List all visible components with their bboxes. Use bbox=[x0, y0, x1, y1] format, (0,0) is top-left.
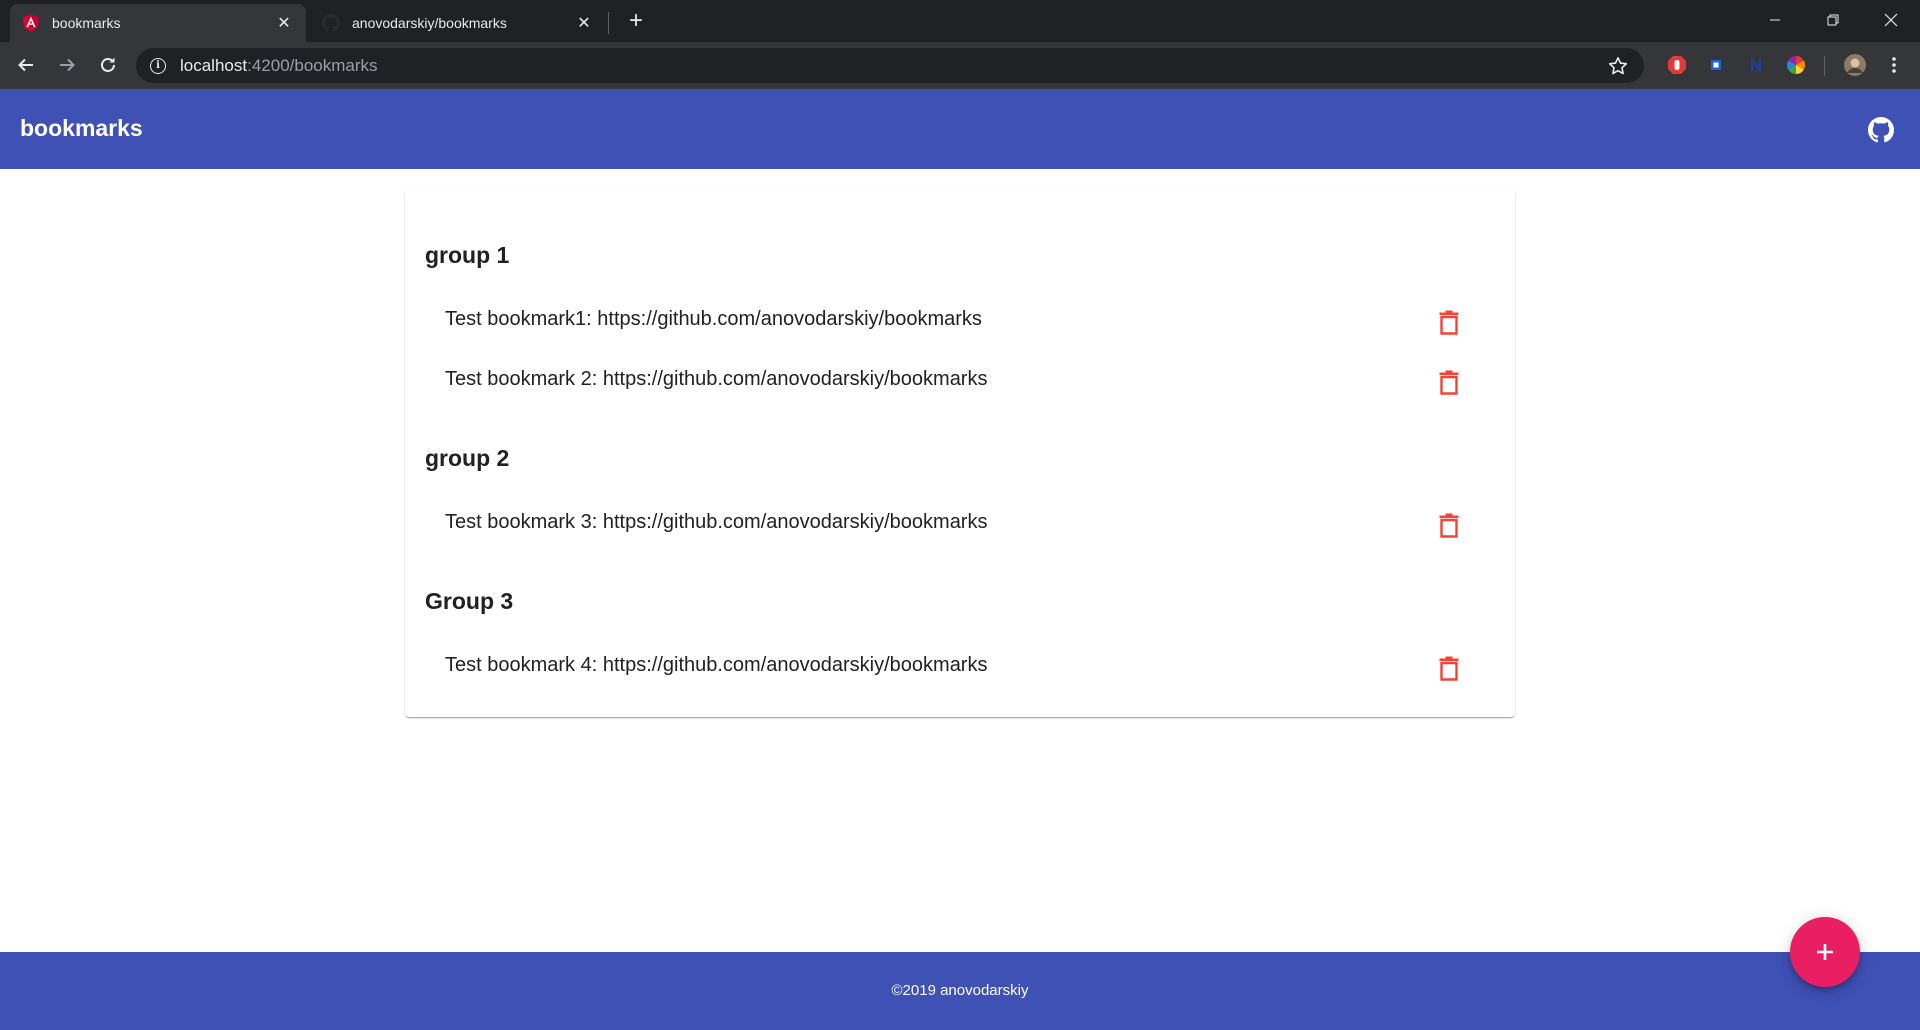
delete-bookmark-button[interactable] bbox=[1429, 302, 1469, 342]
delete-bookmark-button[interactable] bbox=[1429, 648, 1469, 688]
url-host: localhost bbox=[180, 55, 248, 75]
minimize-window-button[interactable] bbox=[1746, 0, 1804, 40]
tab-separator bbox=[608, 12, 609, 34]
delete-bookmark-button[interactable] bbox=[1429, 505, 1469, 545]
bookmarks-card: group 1 Test bookmark1: https://github.c… bbox=[405, 190, 1515, 717]
trash-icon bbox=[1439, 656, 1459, 681]
reload-button[interactable] bbox=[94, 51, 122, 79]
new-tab-button[interactable]: + bbox=[624, 9, 648, 34]
tab-bookmarks[interactable]: bookmarks ✕ bbox=[10, 4, 306, 42]
delete-bookmark-button[interactable] bbox=[1429, 362, 1469, 402]
tab-github-repo[interactable]: anovodarskiy/bookmarks ✕ bbox=[310, 4, 606, 42]
toolbar-separator bbox=[1824, 56, 1825, 76]
browser-toolbar: i localhost:4200/bookmarks bbox=[0, 42, 1920, 89]
trash-icon bbox=[1439, 513, 1459, 538]
bookmark-item[interactable]: Test bookmark 4: https://github.com/anov… bbox=[445, 654, 987, 677]
app-footer: ©2019 anovodarskiy bbox=[0, 952, 1920, 1030]
group-title: group 2 bbox=[425, 445, 510, 471]
github-icon bbox=[322, 14, 340, 32]
address-bar[interactable]: i localhost:4200/bookmarks bbox=[136, 48, 1644, 83]
chrome-menu-icon[interactable] bbox=[1884, 55, 1904, 75]
app-toolbar: bookmarks bbox=[0, 89, 1920, 169]
group-title: Group 3 bbox=[425, 588, 514, 614]
plus-icon bbox=[1817, 944, 1833, 960]
restore-window-button[interactable] bbox=[1804, 0, 1862, 40]
arrow-left-icon bbox=[18, 58, 33, 72]
n-extension-icon[interactable] bbox=[1746, 55, 1766, 75]
profile-avatar[interactable] bbox=[1843, 53, 1867, 77]
app-title: bookmarks bbox=[20, 115, 143, 141]
site-info-icon[interactable]: i bbox=[150, 57, 166, 74]
tab-title: anovodarskiy/bookmarks bbox=[352, 15, 507, 31]
arrow-right-icon bbox=[60, 58, 75, 72]
bookmark-item[interactable]: Test bookmark 3: https://github.com/anov… bbox=[445, 511, 987, 534]
close-window-button[interactable] bbox=[1862, 0, 1920, 40]
forward-button[interactable] bbox=[53, 51, 81, 79]
close-tab-icon[interactable]: ✕ bbox=[574, 13, 594, 33]
group-title: group 1 bbox=[425, 242, 510, 268]
angular-icon bbox=[22, 14, 40, 32]
adblock-extension-icon[interactable] bbox=[1667, 55, 1687, 75]
trash-icon bbox=[1439, 370, 1459, 395]
blue-square-extension-icon[interactable] bbox=[1706, 55, 1726, 75]
copyright-text: ©2019 anovodarskiy bbox=[891, 982, 1029, 999]
bookmark-star-icon[interactable] bbox=[1608, 56, 1628, 76]
add-bookmark-button[interactable] bbox=[1790, 917, 1860, 987]
bookmark-item[interactable]: Test bookmark1: https://github.com/anovo… bbox=[445, 308, 982, 331]
github-icon[interactable] bbox=[1868, 117, 1894, 143]
tab-title: bookmarks bbox=[52, 15, 121, 31]
browser-tab-strip: bookmarks ✕ anovodarskiy/bookmarks ✕ + bbox=[0, 0, 1920, 42]
url-path: :4200/bookmarks bbox=[247, 55, 378, 75]
bookmark-item[interactable]: Test bookmark 2: https://github.com/anov… bbox=[445, 368, 987, 391]
trash-icon bbox=[1439, 310, 1459, 335]
reload-icon bbox=[101, 57, 115, 72]
back-button[interactable] bbox=[12, 51, 40, 79]
close-tab-icon[interactable]: ✕ bbox=[274, 13, 294, 33]
color-picker-extension-icon[interactable] bbox=[1786, 55, 1806, 75]
